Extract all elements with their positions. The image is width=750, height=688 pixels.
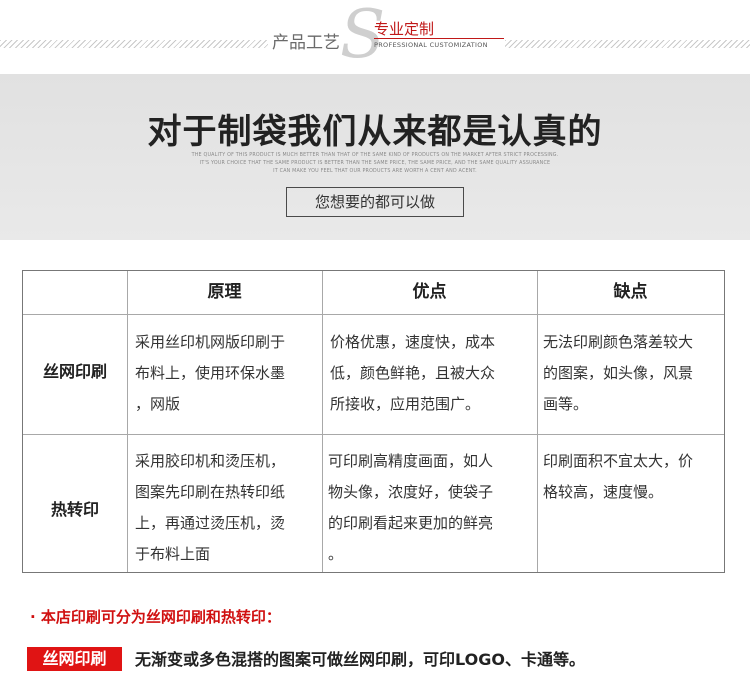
table-cell-cons: 印刷面积不宜太大，价 格较高，速度慢。 xyxy=(543,452,694,501)
table-cell-principle: 采用胶印机和烫压机， 图案先印刷在热转印纸 上，再通过烫压机，烫 于布料上面 xyxy=(135,452,286,563)
row-label-screen-printing: 丝网印刷 xyxy=(42,362,107,381)
table-divider xyxy=(23,434,724,435)
header-left-title: 产品工艺 xyxy=(272,33,340,53)
table-divider xyxy=(127,271,128,572)
banner-subtext-line: IT CAN MAKE YOU FEEL THAT OUR PRODUCTS A… xyxy=(273,169,477,174)
screen-printing-tag: 丝网印刷 xyxy=(27,647,122,671)
table-cell-cons: 无法印刷颜色落差较大 的图案，如头像，风景 画等。 xyxy=(543,333,694,413)
table-cell-pros: 价格优惠，速度快，成本 低，颜色鲜艳，且被大众 所接收，应用范围广。 xyxy=(330,333,496,413)
comparison-table: 原理 优点 缺点 丝网印刷 采用丝印机网版印刷于 布料上，使用环保水墨 ，网版 … xyxy=(22,270,725,573)
header-divider xyxy=(374,38,504,39)
printing-methods-note: · 本店印刷可分为丝网印刷和热转印： xyxy=(30,608,281,626)
banner-title: 对于制袋我们从来都是认真的 xyxy=(147,112,603,152)
header-right-subtitle: PROFESSIONAL CUSTOMIZATION xyxy=(374,41,488,49)
column-header-principle: 原理 xyxy=(207,282,242,302)
hero-banner: 对于制袋我们从来都是认真的 THE QUALITY OF THIS PRODUC… xyxy=(0,74,750,240)
banner-button[interactable]: 您想要的都可以做 xyxy=(286,187,464,217)
section-header: S 产品工艺 专业定制 PROFESSIONAL CUSTOMIZATION xyxy=(0,0,750,74)
decorative-hatch-right xyxy=(505,40,750,48)
table-cell-principle: 采用丝印机网版印刷于 布料上，使用环保水墨 ，网版 xyxy=(135,333,286,413)
banner-subtext-line: IT'S YOUR CHOICE THAT THE SAME PRODUCT I… xyxy=(199,161,551,166)
header-right-title: 专业定制 xyxy=(374,20,435,38)
table-divider xyxy=(23,314,724,315)
table-cell-pros: 可印刷高精度画面，如人 物头像，浓度好，使袋子 的印刷看起来更加的鲜亮 。 xyxy=(328,452,494,563)
column-header-cons: 缺点 xyxy=(613,282,648,302)
banner-subtext-line: THE QUALITY OF THIS PRODUCT IS MUCH BETT… xyxy=(191,153,559,158)
decorative-hatch-left xyxy=(0,40,268,48)
row-label-heat-transfer: 热转印 xyxy=(50,500,99,519)
table-divider xyxy=(537,271,538,572)
screen-printing-description: 无渐变或多色混搭的图案可做丝网印刷，可印LOGO、卡通等。 xyxy=(135,650,585,669)
column-header-pros: 优点 xyxy=(412,282,447,302)
table-divider xyxy=(322,271,323,572)
